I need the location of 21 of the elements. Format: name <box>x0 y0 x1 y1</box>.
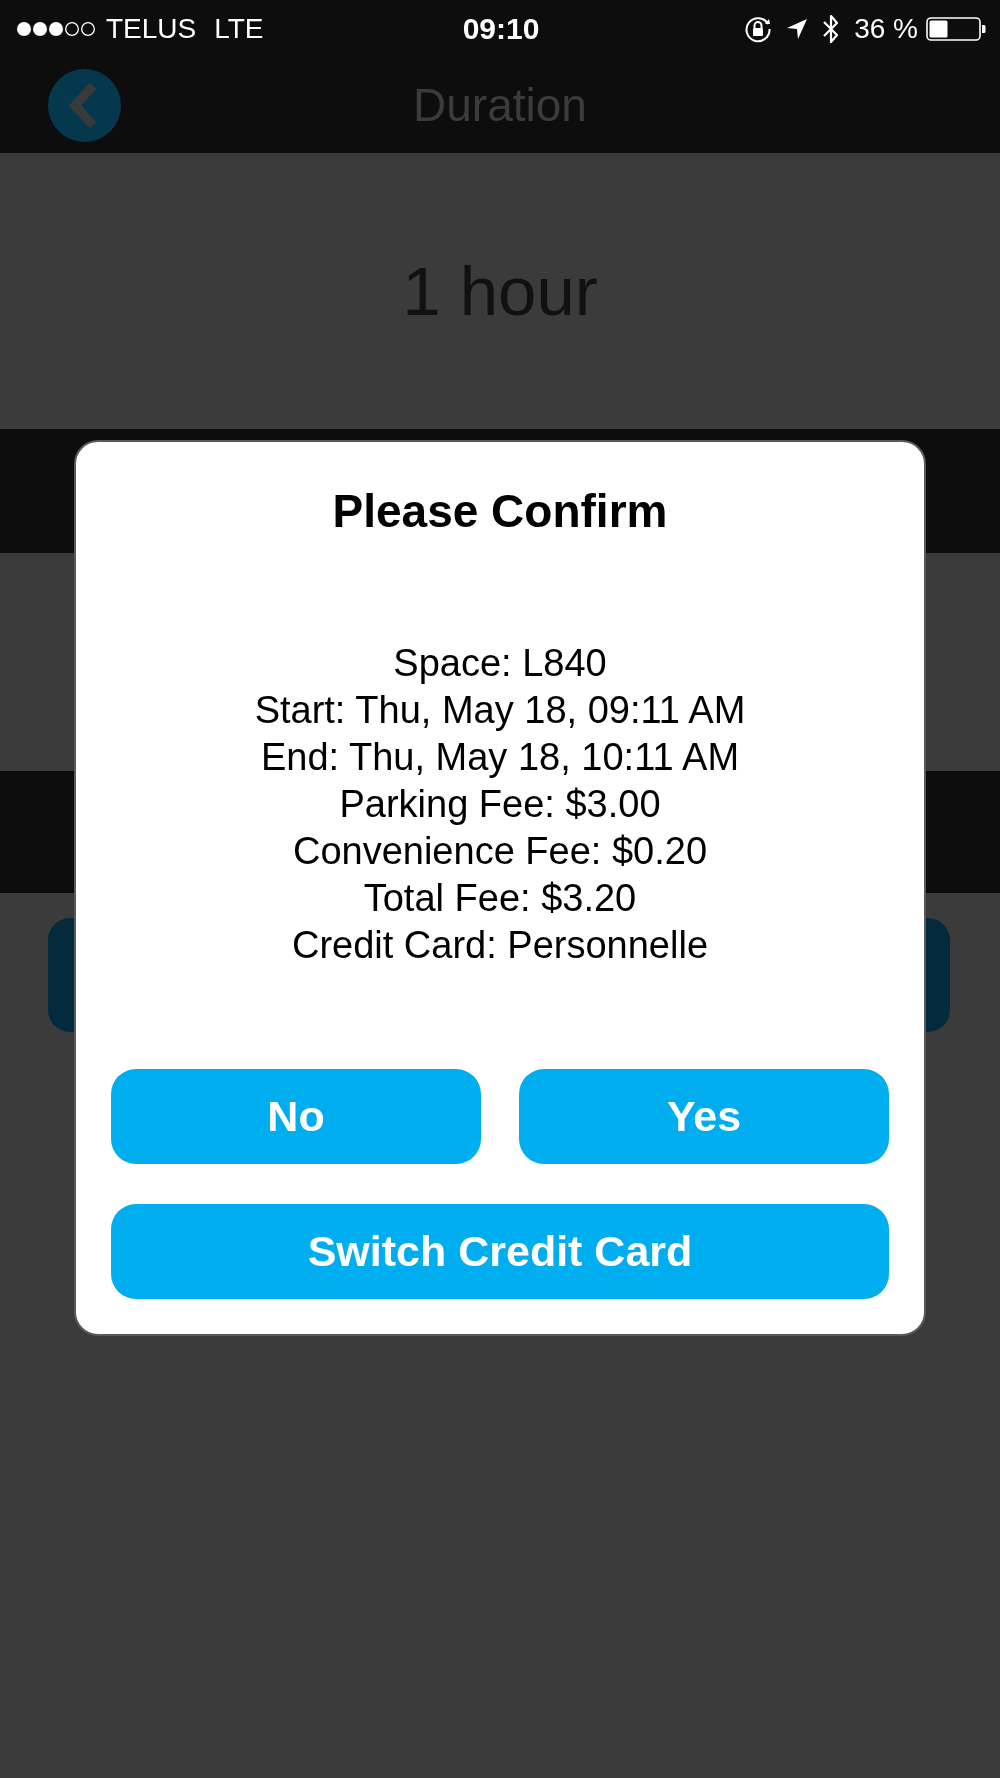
confirmation-detail: Parking Fee: $3.00 <box>339 782 661 827</box>
rotation-lock-icon <box>744 14 773 43</box>
bluetooth-icon <box>822 13 841 44</box>
confirmation-detail: Credit Card: Personnelle <box>291 923 709 968</box>
confirmation-detail: End: Thu, May 18, 10:11 AM <box>260 735 740 780</box>
confirmation-detail: Space: L840 <box>393 641 607 686</box>
battery-percent: 36 % <box>854 12 918 45</box>
dialog-title: Please Confirm <box>332 484 668 538</box>
back-button[interactable] <box>48 68 121 142</box>
battery-icon <box>926 16 986 41</box>
dialog-button[interactable]: Yes <box>519 1069 889 1164</box>
confirmation-detail: Total Fee: $3.20 <box>363 876 637 921</box>
confirmation-detail: Convenience Fee: $0.20 <box>292 829 708 874</box>
clock-time: 09:10 <box>462 11 540 46</box>
signal-icon <box>16 20 96 37</box>
dialog-button[interactable]: Switch Credit Card <box>111 1204 889 1299</box>
location-arrow-icon <box>786 17 809 40</box>
network-type: LTE <box>214 12 264 45</box>
dialog-button[interactable]: No <box>111 1069 481 1164</box>
confirmation-detail: Start: Thu, May 18, 09:11 AM <box>254 688 746 733</box>
carrier-name: TELUS <box>106 12 197 45</box>
